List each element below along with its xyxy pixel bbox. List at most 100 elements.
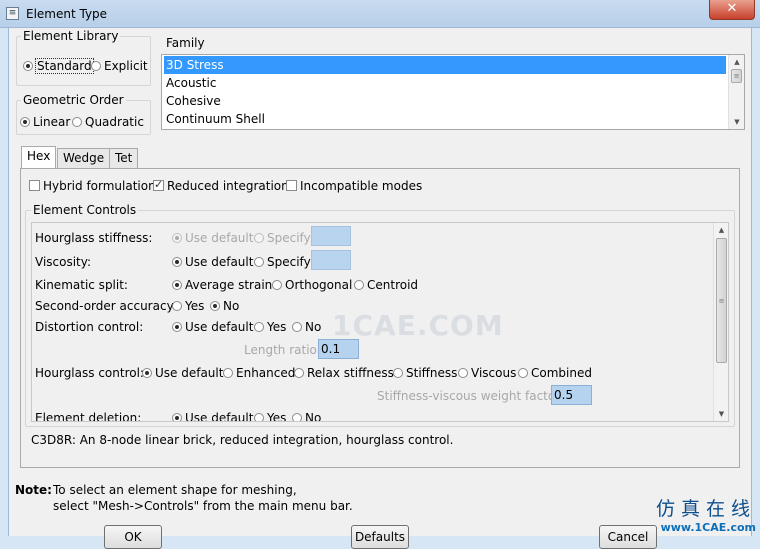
distortion-default-radio[interactable]: Use default bbox=[172, 320, 253, 334]
radio-icon bbox=[354, 280, 364, 290]
radio-icon bbox=[172, 322, 182, 332]
kinematic-orthogonal-radio[interactable]: Orthogonal bbox=[272, 278, 352, 292]
family-item[interactable]: Cohesive bbox=[164, 92, 726, 110]
deletion-default-radio[interactable]: Use default bbox=[172, 411, 253, 421]
hourglass-enhanced-radio[interactable]: Enhanced bbox=[223, 366, 295, 380]
family-list[interactable]: 3D Stress Acoustic Cohesive Continuum Sh… bbox=[161, 54, 745, 130]
radio-icon bbox=[172, 233, 182, 243]
element-controls-scroll-area: 1CAE.COM Hourglass stiffness: Use defaul… bbox=[31, 222, 729, 422]
distortion-yes-radio[interactable]: Yes bbox=[254, 320, 286, 334]
viscosity-label: Viscosity: bbox=[35, 255, 92, 269]
incompatible-modes-checkbox[interactable]: Incompatible modes bbox=[286, 179, 422, 193]
radio-icon bbox=[272, 280, 282, 290]
linear-radio[interactable]: Linear bbox=[20, 115, 70, 129]
hourglass-default-radio[interactable]: Use default bbox=[142, 366, 223, 380]
kinematic-centroid-radio[interactable]: Centroid bbox=[354, 278, 418, 292]
element-deletion-label: Element deletion: bbox=[35, 411, 142, 422]
radio-icon bbox=[172, 280, 182, 290]
close-button[interactable]: ✕ bbox=[709, 0, 755, 20]
checkbox-icon bbox=[286, 180, 297, 191]
tab-hex[interactable]: Hex bbox=[21, 146, 57, 169]
weight-factor-label: Stiffness-viscous weight factor: bbox=[377, 389, 564, 403]
note-label: Note: bbox=[15, 483, 52, 497]
hourglass-stiffness-label: Hourglass stiffness: bbox=[35, 231, 153, 245]
defaults-button[interactable]: Defaults bbox=[351, 525, 409, 549]
tab-tet[interactable]: Tet bbox=[109, 148, 139, 168]
second-order-no-radio[interactable]: No bbox=[210, 299, 239, 313]
geometric-order-label: Geometric Order bbox=[21, 93, 126, 107]
radio-icon bbox=[20, 117, 30, 127]
viscosity-specify-radio[interactable]: Specify bbox=[254, 255, 311, 269]
hourglass-stiffness-default-radio[interactable]: Use default bbox=[172, 231, 253, 245]
deletion-no-radio[interactable]: No bbox=[292, 411, 321, 421]
scroll-up-icon[interactable]: ▲ bbox=[729, 55, 745, 69]
element-library-group: Element Library Standard Explicit bbox=[16, 29, 151, 86]
note-line-1: To select an element shape for meshing, bbox=[53, 483, 297, 497]
kinematic-split-label: Kinematic split: bbox=[35, 278, 128, 292]
dialog-body: Element Library Standard Explicit Geomet… bbox=[8, 28, 752, 549]
radio-icon bbox=[393, 368, 403, 378]
radio-icon bbox=[23, 61, 33, 71]
family-item[interactable]: Acoustic bbox=[164, 74, 726, 92]
radio-icon bbox=[292, 413, 302, 421]
note-line-2: select "Mesh->Controls" from the main me… bbox=[53, 499, 353, 513]
weight-factor-input[interactable]: 0.5 bbox=[551, 385, 592, 405]
deletion-yes-radio[interactable]: Yes bbox=[254, 411, 286, 421]
title-bar: ≡ Element Type ✕ bbox=[0, 0, 760, 28]
geometric-order-group: Geometric Order Linear Quadratic bbox=[16, 93, 151, 135]
hourglass-combined-radio[interactable]: Combined bbox=[518, 366, 592, 380]
radio-icon bbox=[210, 301, 220, 311]
radio-icon bbox=[172, 413, 182, 421]
hourglass-viscous-radio[interactable]: Viscous bbox=[458, 366, 516, 380]
distortion-no-radio[interactable]: No bbox=[292, 320, 321, 334]
hourglass-stiffness-specify-radio[interactable]: Specify bbox=[254, 231, 311, 245]
radio-icon bbox=[223, 368, 233, 378]
scroll-down-icon[interactable]: ▼ bbox=[729, 115, 745, 129]
family-label: Family bbox=[166, 36, 205, 50]
family-item[interactable]: 3D Stress bbox=[164, 56, 726, 74]
second-order-yes-radio[interactable]: Yes bbox=[172, 299, 204, 313]
family-scrollbar[interactable]: ▲ ≡ ▼ bbox=[728, 55, 744, 129]
radio-icon bbox=[294, 368, 304, 378]
hourglass-relax-stiffness-radio[interactable]: Relax stiffness bbox=[294, 366, 394, 380]
radio-icon bbox=[458, 368, 468, 378]
kinematic-average-strain-radio[interactable]: Average strain bbox=[172, 278, 272, 292]
element-description: C3D8R: An 8-node linear brick, reduced i… bbox=[31, 433, 454, 447]
scroll-down-icon[interactable]: ▼ bbox=[714, 407, 728, 421]
radio-icon bbox=[91, 61, 101, 71]
element-controls-label: Element Controls bbox=[31, 203, 139, 217]
hourglass-stiffness-radio[interactable]: Stiffness bbox=[393, 366, 457, 380]
radio-icon bbox=[172, 257, 182, 267]
radio-icon bbox=[172, 301, 182, 311]
length-ratio-input[interactable]: 0.1 bbox=[318, 339, 359, 359]
radio-icon bbox=[254, 257, 264, 267]
standard-radio[interactable]: Standard bbox=[23, 58, 94, 74]
scroll-thumb[interactable]: ≡ bbox=[731, 69, 742, 83]
radio-icon bbox=[254, 233, 264, 243]
radio-icon bbox=[142, 368, 152, 378]
scroll-thumb[interactable]: ≡ bbox=[716, 238, 727, 363]
hybrid-formulation-checkbox[interactable]: Hybrid formulation bbox=[29, 179, 156, 193]
hourglass-control-label: Hourglass control: bbox=[35, 366, 144, 380]
brand-chinese-text: 仿真在线 bbox=[655, 498, 756, 520]
distortion-control-label: Distortion control: bbox=[35, 320, 144, 334]
radio-icon bbox=[292, 322, 302, 332]
hourglass-stiffness-input[interactable] bbox=[311, 226, 351, 246]
controls-scrollbar[interactable]: ▲ ≡ ▼ bbox=[713, 223, 728, 421]
app-icon[interactable]: ≡ bbox=[6, 7, 19, 20]
family-item[interactable]: Continuum Shell bbox=[164, 110, 726, 128]
second-order-accuracy-label: Second-order accuracy: bbox=[35, 299, 177, 313]
hex-tab-panel: Hybrid formulation Reduced integration I… bbox=[20, 168, 740, 468]
radio-icon bbox=[518, 368, 528, 378]
tab-wedge[interactable]: Wedge bbox=[57, 148, 111, 168]
viscosity-input[interactable] bbox=[311, 250, 351, 270]
explicit-radio[interactable]: Explicit bbox=[91, 59, 148, 73]
viscosity-default-radio[interactable]: Use default bbox=[172, 255, 253, 269]
quadratic-radio[interactable]: Quadratic bbox=[72, 115, 144, 129]
radio-icon bbox=[254, 322, 264, 332]
window-title: Element Type bbox=[26, 7, 108, 21]
checkmark-icon bbox=[153, 178, 164, 191]
reduced-integration-checkbox[interactable]: Reduced integration bbox=[153, 178, 289, 193]
scroll-up-icon[interactable]: ▲ bbox=[714, 223, 728, 237]
ok-button[interactable]: OK bbox=[104, 525, 162, 549]
